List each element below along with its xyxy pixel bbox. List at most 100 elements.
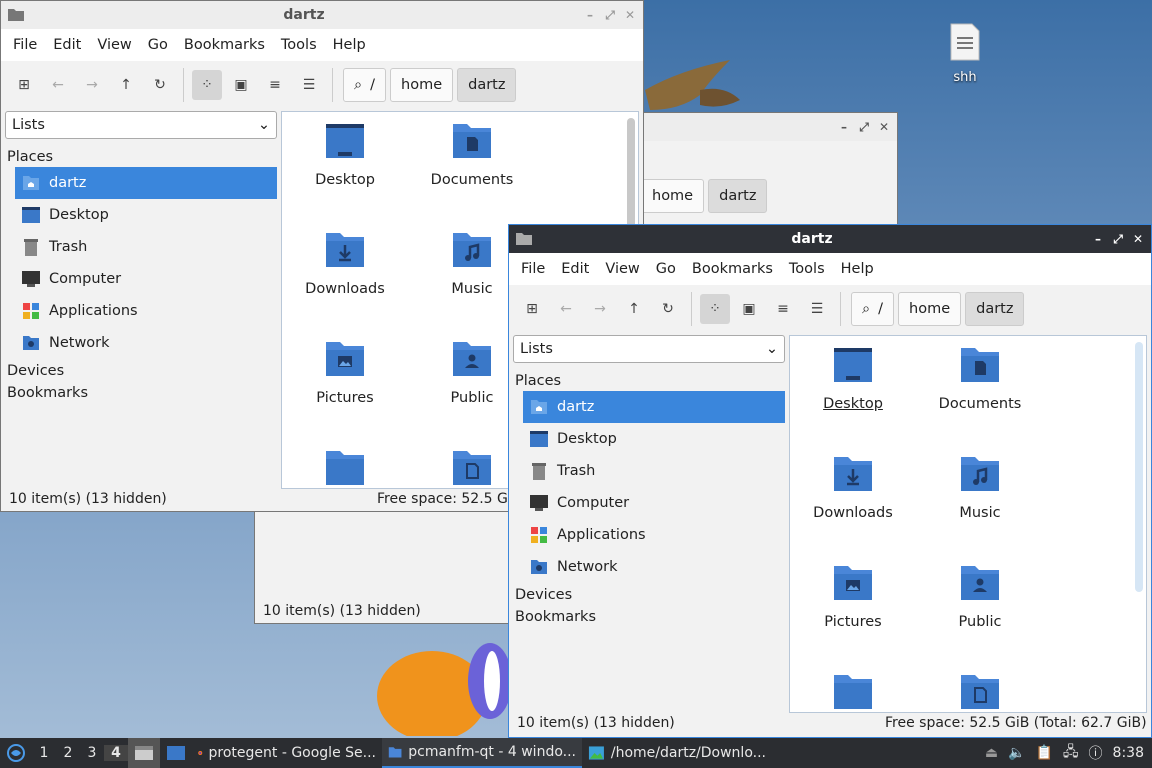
- menu-view[interactable]: View: [597, 261, 647, 277]
- place-trash[interactable]: Trash: [15, 231, 277, 263]
- menu-file[interactable]: File: [513, 261, 553, 277]
- folder-item-desktop[interactable]: Desktop: [798, 344, 908, 412]
- folder-item-downloads[interactable]: Downloads: [290, 229, 400, 297]
- thumbnail-view-icon[interactable]: ▣: [226, 70, 256, 100]
- up-arrow-icon[interactable]: ↑: [619, 294, 649, 324]
- show-desktop-launcher[interactable]: [160, 738, 192, 768]
- folder-item-music[interactable]: Music: [925, 453, 1035, 521]
- volume-icon[interactable]: 🔈: [1008, 745, 1025, 761]
- devices-header[interactable]: Devices: [5, 359, 277, 381]
- menu-edit[interactable]: Edit: [45, 37, 89, 53]
- task-image-viewer[interactable]: /home/dartz/Downlo...: [582, 738, 772, 768]
- window-2-titlebar[interactable]: dartz – ⤢ ✕: [509, 225, 1151, 253]
- new-tab-icon[interactable]: ⊞: [517, 294, 547, 324]
- menu-bookmarks[interactable]: Bookmarks: [684, 261, 781, 277]
- place-trash[interactable]: Trash: [523, 455, 785, 487]
- path-root-button[interactable]: ⌕ /: [343, 68, 387, 102]
- path-root-button[interactable]: ⌕ /: [851, 292, 895, 326]
- maximize-icon[interactable]: ⤢: [1111, 232, 1125, 246]
- close-icon[interactable]: ✕: [623, 8, 637, 22]
- clipboard-icon[interactable]: 📋: [1035, 745, 1052, 761]
- task-pcmanfm[interactable]: pcmanfm-qt - 4 windo...: [382, 738, 582, 768]
- file-manager-launcher[interactable]: [128, 738, 160, 768]
- place-computer[interactable]: Computer: [523, 487, 785, 519]
- side-pane-mode-select[interactable]: Lists ⌄: [513, 335, 785, 363]
- menu-file[interactable]: File: [5, 37, 45, 53]
- folder-item-downloads[interactable]: Downloads: [798, 453, 908, 521]
- folder-item-documents[interactable]: Documents: [417, 120, 527, 188]
- folder-item-public[interactable]: Public: [925, 562, 1035, 630]
- folder-item-documents[interactable]: Documents: [925, 344, 1035, 412]
- back-arrow-icon[interactable]: ←: [43, 70, 73, 100]
- path-home-button[interactable]: home: [390, 68, 454, 102]
- menu-help[interactable]: Help: [833, 261, 882, 277]
- scrollbar[interactable]: [1135, 342, 1143, 592]
- place-dartz[interactable]: dartz: [523, 391, 785, 423]
- place-desktop[interactable]: Desktop: [15, 199, 277, 231]
- file-grid[interactable]: Desktop Documents Downloads Music Pictur…: [789, 335, 1147, 713]
- forward-arrow-icon[interactable]: →: [77, 70, 107, 100]
- folder-item-desktop[interactable]: Desktop: [290, 120, 400, 188]
- menu-edit[interactable]: Edit: [553, 261, 597, 277]
- path-dartz-button[interactable]: dartz: [457, 68, 517, 102]
- place-dartz[interactable]: dartz: [15, 167, 277, 199]
- workspace-1[interactable]: 1: [32, 745, 56, 761]
- path-dartz-button[interactable]: dartz: [708, 179, 768, 213]
- start-menu-button[interactable]: [0, 738, 32, 768]
- compact-view-icon[interactable]: ≡: [260, 70, 290, 100]
- close-icon[interactable]: ✕: [1131, 232, 1145, 246]
- network-status-icon[interactable]: 🖧: [1063, 741, 1079, 765]
- forward-arrow-icon[interactable]: →: [585, 294, 615, 324]
- task-firefox[interactable]: protegent - Google Se...: [192, 738, 382, 768]
- devices-header[interactable]: Devices: [513, 583, 785, 605]
- close-icon[interactable]: ✕: [877, 120, 891, 134]
- path-home-button[interactable]: home: [898, 292, 962, 326]
- notification-icon[interactable]: ⓘ: [1089, 743, 1103, 763]
- window-1-titlebar[interactable]: dartz – ⤢ ✕: [1, 1, 643, 29]
- new-tab-icon[interactable]: ⊞: [9, 70, 39, 100]
- place-desktop[interactable]: Desktop: [523, 423, 785, 455]
- bookmarks-header[interactable]: Bookmarks: [5, 381, 277, 403]
- detailed-list-view-icon[interactable]: ☰: [802, 294, 832, 324]
- menu-tools[interactable]: Tools: [781, 261, 833, 277]
- desktop-file-shh[interactable]: shh: [938, 22, 992, 85]
- maximize-icon[interactable]: ⤢: [603, 8, 617, 22]
- clock[interactable]: 8:38: [1113, 745, 1144, 761]
- folder-item-partial-2[interactable]: [925, 671, 1035, 712]
- place-network[interactable]: Network: [523, 551, 785, 583]
- folder-item-pictures[interactable]: Pictures: [290, 338, 400, 406]
- path-home-button[interactable]: home: [641, 179, 705, 213]
- minimize-icon[interactable]: –: [583, 8, 597, 22]
- maximize-icon[interactable]: ⤢: [857, 120, 871, 134]
- menu-tools[interactable]: Tools: [273, 37, 325, 53]
- reload-icon[interactable]: ↻: [145, 70, 175, 100]
- icon-view-icon[interactable]: ⁘: [700, 294, 730, 324]
- place-applications[interactable]: Applications: [523, 519, 785, 551]
- workspace-4[interactable]: 4: [104, 745, 128, 761]
- minimize-icon[interactable]: –: [1091, 232, 1105, 246]
- detailed-list-view-icon[interactable]: ☰: [294, 70, 324, 100]
- folder-item-partial-1[interactable]: [798, 671, 908, 712]
- folder-item-pictures[interactable]: Pictures: [798, 562, 908, 630]
- folder-item-partial-1[interactable]: [290, 447, 400, 488]
- workspace-2[interactable]: 2: [56, 745, 80, 761]
- menu-go[interactable]: Go: [648, 261, 684, 277]
- side-pane-mode-select[interactable]: Lists ⌄: [5, 111, 277, 139]
- menu-help[interactable]: Help: [325, 37, 374, 53]
- back-arrow-icon[interactable]: ←: [551, 294, 581, 324]
- place-computer[interactable]: Computer: [15, 263, 277, 295]
- bookmarks-header[interactable]: Bookmarks: [513, 605, 785, 627]
- menu-go[interactable]: Go: [140, 37, 176, 53]
- removable-media-icon[interactable]: ⏏: [985, 745, 998, 761]
- path-dartz-button[interactable]: dartz: [965, 292, 1025, 326]
- place-applications[interactable]: Applications: [15, 295, 277, 327]
- reload-icon[interactable]: ↻: [653, 294, 683, 324]
- menu-bookmarks[interactable]: Bookmarks: [176, 37, 273, 53]
- up-arrow-icon[interactable]: ↑: [111, 70, 141, 100]
- workspace-3[interactable]: 3: [80, 745, 104, 761]
- minimize-icon[interactable]: –: [837, 120, 851, 134]
- thumbnail-view-icon[interactable]: ▣: [734, 294, 764, 324]
- place-network[interactable]: Network: [15, 327, 277, 359]
- file-manager-window-2[interactable]: dartz – ⤢ ✕ File Edit View Go Bookmarks …: [508, 224, 1152, 738]
- icon-view-icon[interactable]: ⁘: [192, 70, 222, 100]
